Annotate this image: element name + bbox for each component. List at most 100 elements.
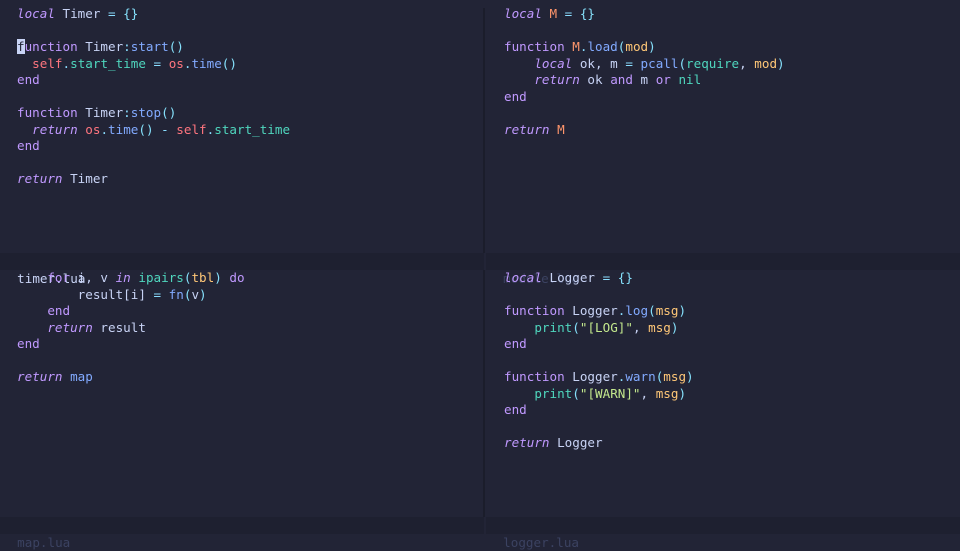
code-token: stop (130, 105, 162, 120)
code-token: . (62, 55, 71, 71)
code-token: end (504, 402, 527, 417)
statusline-map: map.lua (0, 517, 484, 550)
code-token: ) (678, 303, 687, 318)
code-line[interactable]: return result (17, 320, 482, 337)
code-line[interactable]: for i, v in ipairs(tbl) do (17, 270, 482, 287)
code-line[interactable]: function Timer:stop() (17, 105, 482, 122)
code-token: start_time (214, 121, 291, 137)
code-line[interactable]: function Timer:start() (17, 39, 482, 56)
code-line[interactable] (17, 155, 482, 172)
code-line[interactable]: return ok and m or nil (504, 72, 960, 89)
code-area[interactable]: local Timer = {} function Timer:start() … (17, 6, 482, 188)
code-token: - (153, 121, 177, 137)
code-line[interactable]: print("[LOG]", msg) (504, 320, 960, 337)
code-line[interactable]: print("[WARN]", msg) (504, 386, 960, 403)
code-line[interactable] (17, 23, 482, 40)
code-line[interactable] (17, 353, 482, 370)
code-token: end (17, 138, 40, 153)
code-token: ) (670, 319, 679, 335)
code-token: = (145, 55, 169, 71)
code-token: function (504, 303, 565, 318)
code-token: {} (572, 6, 596, 21)
code-token: time (191, 55, 222, 71)
editor-pane-module[interactable]: local M = {} function M.load(mod) local … (488, 0, 960, 255)
code-token: require (686, 55, 740, 71)
code-token: msg (648, 319, 671, 335)
code-token: pcall (640, 55, 679, 71)
code-token: ipairs (138, 270, 184, 285)
code-line[interactable] (504, 287, 960, 304)
code-line[interactable]: return os.time() - self.start_time (17, 122, 482, 139)
code-token: end (47, 303, 71, 318)
code-token: return (17, 171, 63, 186)
code-line[interactable]: function Logger.log(msg) (504, 303, 960, 320)
vertical-split-separator-bottom[interactable] (483, 270, 485, 517)
editor-pane-logger[interactable]: local Logger = {} function Logger.log(ms… (488, 270, 960, 517)
code-token: log (625, 303, 649, 318)
code-line[interactable]: end (504, 336, 960, 353)
code-line[interactable]: function Logger.warn(msg) (504, 369, 960, 386)
code-token: local (534, 55, 573, 71)
text-cursor: f (17, 39, 25, 54)
code-area[interactable]: for i, v in ipairs(tbl) do result[i] = f… (17, 270, 482, 386)
code-token: map (62, 369, 93, 384)
code-token: ( (648, 303, 656, 318)
vertical-split-separator-top[interactable] (483, 8, 485, 253)
code-line[interactable]: function M.load(mod) (504, 39, 960, 56)
code-token: ) (214, 270, 222, 285)
code-line[interactable]: local M = {} (504, 6, 960, 23)
statusline-logger: logger.lua (486, 517, 960, 550)
code-line[interactable]: result[i] = fn(v) (17, 287, 482, 304)
code-token: Logger (541, 270, 603, 285)
code-token: ) (199, 286, 207, 302)
code-token: msg (655, 385, 679, 401)
code-token: tbl (191, 270, 215, 285)
code-area[interactable]: local Logger = {} function Logger.log(ms… (504, 270, 960, 452)
code-token: , (640, 385, 656, 401)
code-line[interactable]: local Logger = {} (504, 270, 960, 287)
code-line[interactable]: self.start_time = os.time() (17, 56, 482, 73)
code-line[interactable]: local ok, m = pcall(require, mod) (504, 56, 960, 73)
code-area[interactable]: local M = {} function M.load(mod) local … (504, 6, 960, 138)
code-line[interactable]: return M (504, 122, 960, 139)
code-token: do (221, 270, 245, 285)
code-line[interactable]: end (504, 89, 960, 106)
code-line[interactable] (504, 419, 960, 436)
editor-pane-map[interactable]: for i, v in ipairs(tbl) do result[i] = f… (0, 270, 482, 517)
code-token: = (108, 6, 116, 21)
code-token: M (541, 6, 558, 21)
code-token: return (504, 435, 550, 450)
code-token: = (557, 6, 573, 21)
code-token: () (221, 55, 237, 71)
code-line[interactable]: end (17, 336, 482, 353)
code-line[interactable] (504, 105, 960, 122)
code-line[interactable]: return Logger (504, 435, 960, 452)
code-line[interactable]: end (17, 303, 482, 320)
code-line[interactable]: return map (17, 369, 482, 386)
code-token: ) (777, 55, 785, 71)
code-token: ) (686, 369, 694, 384)
editor-pane-timer[interactable]: local Timer = {} function Timer:start() … (0, 0, 482, 255)
code-token: os (85, 121, 101, 137)
code-token: {} (115, 6, 139, 21)
code-line[interactable]: end (17, 138, 482, 155)
code-line[interactable]: end (17, 72, 482, 89)
code-line[interactable] (504, 353, 960, 370)
code-line[interactable] (17, 89, 482, 106)
code-token: Logger (564, 303, 618, 318)
code-token: Timer (77, 105, 124, 120)
code-token: local (504, 6, 542, 21)
code-token: end (17, 336, 40, 351)
code-token: end (504, 88, 527, 104)
code-token: unction (24, 39, 78, 54)
code-token: function (17, 105, 78, 120)
code-line[interactable]: local Timer = {} (17, 6, 482, 23)
code-token: ) (648, 39, 656, 54)
code-line[interactable] (504, 23, 960, 40)
code-line[interactable]: return Timer (17, 171, 482, 188)
code-line[interactable]: end (504, 402, 960, 419)
code-token: start (130, 39, 169, 54)
